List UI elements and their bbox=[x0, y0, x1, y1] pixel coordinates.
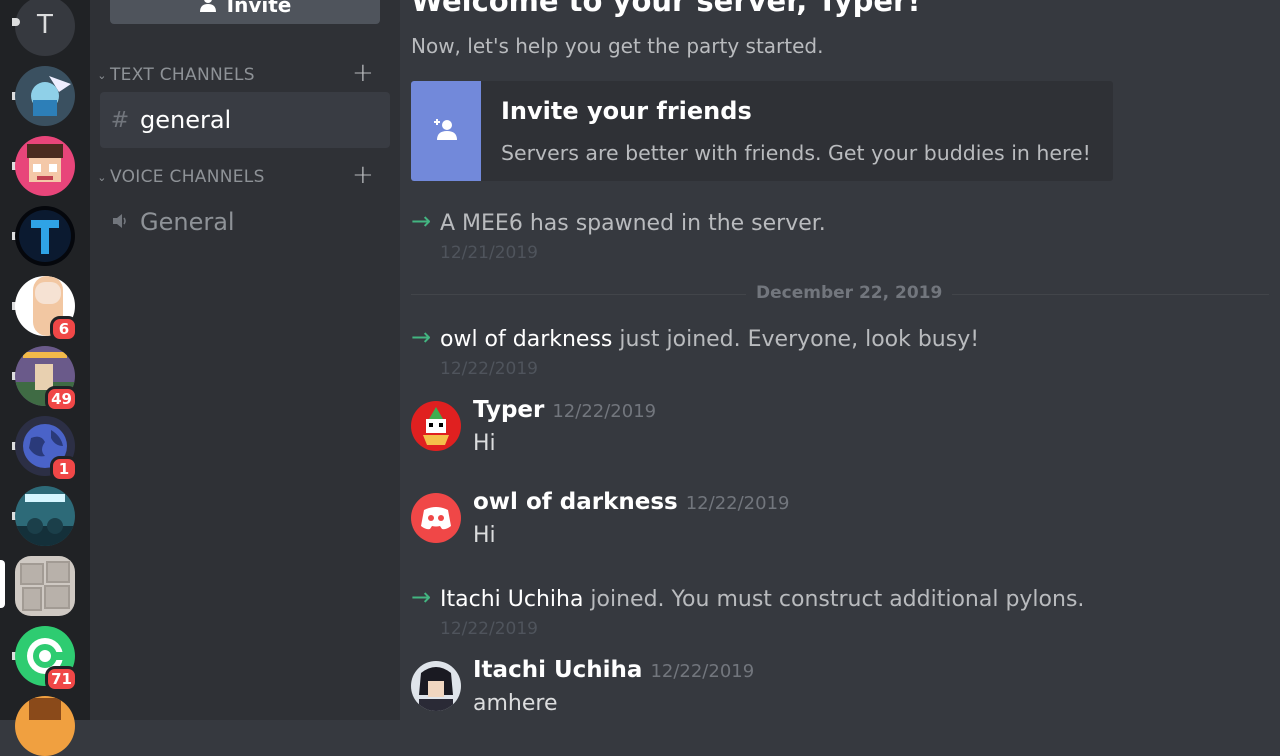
server-icon-10[interactable] bbox=[15, 696, 75, 756]
server-avatar bbox=[15, 556, 75, 616]
chat-message: Itachi Uchiha 12/22/2019 amhere bbox=[411, 657, 1271, 741]
server-avatar bbox=[15, 486, 75, 546]
invite-label: Invite bbox=[226, 0, 292, 17]
user-avatar[interactable] bbox=[411, 661, 461, 711]
chevron-down-icon: ⌄ bbox=[97, 170, 107, 184]
mention-badge: 1 bbox=[50, 456, 78, 482]
selected-server-indicator bbox=[0, 560, 5, 608]
category-label: VOICE CHANNELS bbox=[110, 167, 265, 187]
server-avatar bbox=[15, 696, 75, 756]
server-icon-9[interactable]: 71 bbox=[12, 626, 78, 692]
add-channel-icon[interactable]: + bbox=[352, 160, 374, 190]
server-icon-3[interactable] bbox=[12, 206, 75, 266]
add-channel-icon[interactable]: + bbox=[352, 58, 374, 88]
author-name[interactable]: Itachi Uchiha bbox=[473, 657, 642, 683]
server-avatar bbox=[15, 136, 75, 196]
username-link[interactable]: Itachi Uchiha bbox=[440, 587, 583, 612]
message-header: Itachi Uchiha 12/22/2019 bbox=[473, 657, 754, 683]
message-header: owl of darkness 12/22/2019 bbox=[473, 489, 789, 515]
username-link[interactable]: owl of darkness bbox=[440, 327, 612, 352]
join-arrow-icon: → bbox=[411, 207, 432, 235]
invite-card-title: Invite your friends bbox=[501, 97, 752, 125]
message-timestamp: 12/22/2019 bbox=[552, 401, 657, 422]
server-icon-7[interactable] bbox=[12, 486, 75, 546]
chat-message: owl of darkness 12/22/2019 Hi bbox=[411, 489, 1271, 573]
hash-icon: # bbox=[110, 107, 130, 133]
speaker-icon bbox=[100, 210, 140, 235]
channel-sidebar: Invite ⌄ TEXT CHANNELS + # general ⌄ VOI… bbox=[90, 0, 400, 720]
message-body: amhere bbox=[473, 691, 558, 716]
message-timestamp: 12/22/2019 bbox=[440, 359, 538, 379]
server-rail: T 6 49 1 71 bbox=[0, 0, 90, 756]
system-message-text: Itachi Uchiha joined. You must construct… bbox=[440, 587, 1084, 612]
category-voice-channels[interactable]: ⌄ VOICE CHANNELS + bbox=[94, 160, 374, 190]
invite-card-description: Servers are better with friends. Get you… bbox=[501, 141, 1091, 165]
invite-button[interactable]: Invite bbox=[110, 0, 380, 24]
author-name[interactable]: Typer bbox=[473, 397, 544, 423]
channel-name: General bbox=[140, 208, 235, 236]
message-body: Hi bbox=[473, 431, 496, 456]
chat-area: Welcome to your server, Typer! Now, let'… bbox=[400, 0, 1280, 720]
welcome-title: Welcome to your server, Typer! bbox=[411, 0, 921, 18]
chevron-down-icon: ⌄ bbox=[97, 68, 107, 82]
mention-badge: 6 bbox=[50, 316, 78, 342]
mention-badge: 71 bbox=[45, 666, 78, 692]
message-header: Typer 12/22/2019 bbox=[473, 397, 656, 423]
message-timestamp: 12/22/2019 bbox=[685, 493, 790, 514]
server-icon-4[interactable]: 6 bbox=[12, 276, 78, 342]
server-icon-2[interactable] bbox=[12, 136, 75, 196]
server-icon-current[interactable] bbox=[15, 556, 75, 616]
server-letter: T bbox=[15, 0, 75, 56]
user-avatar[interactable] bbox=[411, 493, 461, 543]
unread-pip bbox=[12, 18, 20, 26]
author-name[interactable]: owl of darkness bbox=[473, 489, 678, 515]
message-timestamp: 12/22/2019 bbox=[440, 619, 538, 639]
server-avatar bbox=[15, 66, 75, 126]
server-avatar bbox=[15, 206, 75, 266]
user-add-icon bbox=[199, 0, 217, 17]
chat-message: Typer 12/22/2019 Hi bbox=[411, 397, 1271, 481]
system-text: just joined. Everyone, look busy! bbox=[612, 327, 980, 352]
channel-general-voice[interactable]: General bbox=[100, 194, 390, 250]
user-avatar[interactable] bbox=[411, 401, 461, 451]
server-icon-6[interactable]: 1 bbox=[12, 416, 78, 482]
message-timestamp: 12/21/2019 bbox=[440, 243, 538, 263]
invite-card-icon-box bbox=[411, 81, 481, 181]
system-message-text: owl of darkness just joined. Everyone, l… bbox=[440, 327, 979, 352]
server-icon-5[interactable]: 49 bbox=[12, 346, 78, 412]
system-message-text: A MEE6 has spawned in the server. bbox=[440, 211, 826, 236]
date-divider-label: December 22, 2019 bbox=[746, 283, 953, 303]
invite-friends-card[interactable]: Invite your friends Servers are better w… bbox=[411, 81, 1113, 181]
join-arrow-icon: → bbox=[411, 323, 432, 351]
system-text: joined. You must construct additional py… bbox=[583, 587, 1085, 612]
mention-badge: 49 bbox=[45, 386, 78, 412]
message-body: Hi bbox=[473, 523, 496, 548]
category-text-channels[interactable]: ⌄ TEXT CHANNELS + bbox=[94, 58, 374, 88]
message-timestamp: 12/22/2019 bbox=[650, 661, 755, 682]
welcome-subtitle: Now, let's help you get the party starte… bbox=[411, 34, 824, 58]
join-arrow-icon: → bbox=[411, 583, 432, 611]
server-icon-1[interactable] bbox=[12, 66, 75, 126]
category-label: TEXT CHANNELS bbox=[110, 65, 255, 85]
channel-name: general bbox=[140, 106, 232, 134]
server-home[interactable]: T bbox=[12, 0, 75, 56]
channel-general-text[interactable]: # general bbox=[100, 92, 390, 148]
add-friend-icon bbox=[432, 118, 460, 144]
